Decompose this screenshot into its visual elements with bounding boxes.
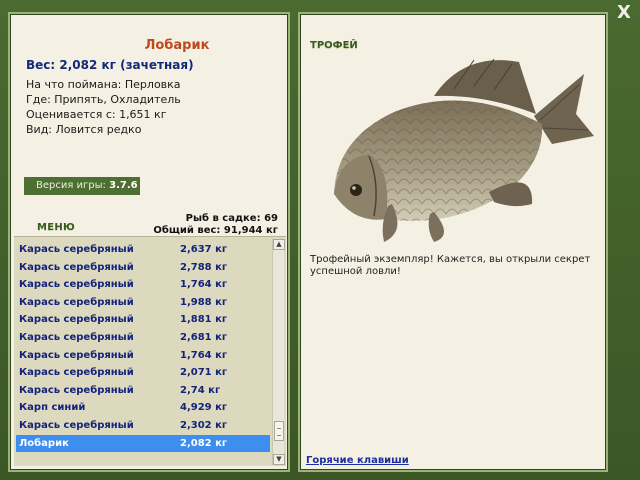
- list-item[interactable]: Карась серебряный 2,74 кг: [16, 382, 270, 399]
- fish-weight-value: 2,637 кг: [180, 244, 228, 255]
- list-item[interactable]: Карась серебряный 1,988 кг: [16, 294, 270, 311]
- fish-name: Карась серебряный: [19, 314, 134, 326]
- version-number: 3.7.6: [109, 180, 138, 191]
- rarity-info: Вид: Ловится редко: [26, 123, 142, 136]
- list-item[interactable]: Карась серебряный 2,637 кг: [16, 241, 270, 258]
- fish-name: Лобарик: [19, 437, 69, 449]
- list-item[interactable]: Карась серебряный 1,881 кг: [16, 311, 270, 328]
- version-label: Версия игры: 3.7.6: [24, 177, 140, 195]
- fish-name: Карась серебряный: [19, 244, 134, 255]
- valuation-info: Оценивается с: 1,651 кг: [26, 108, 167, 121]
- list-item[interactable]: Карась серебряный 2,302 кг: [16, 417, 270, 434]
- fish-weight-value: 2,071 кг: [180, 367, 228, 379]
- fish-weight-value: 4,929 кг: [180, 402, 228, 414]
- fish-weight-value: 1,764 кг: [180, 349, 228, 361]
- list-item[interactable]: Карась серебряный 1,764 кг: [16, 276, 270, 293]
- list-item[interactable]: Карась серебряный 2,681 кг: [16, 329, 270, 346]
- fish-name: Карась серебряный: [19, 296, 134, 308]
- scrollbar-thumb[interactable]: [274, 421, 284, 441]
- list-item[interactable]: Карась серебряный 1,764 кг: [16, 347, 270, 364]
- fish-title: Лобарик: [144, 38, 210, 53]
- bait-info: На что поймана: Перловка: [26, 78, 181, 91]
- scroll-down-arrow-icon[interactable]: ▼: [273, 454, 285, 465]
- catch-list: Карась серебряный 2,637 кг Карась серебрян…: [14, 236, 286, 466]
- version-text: Версия игры:: [36, 180, 110, 191]
- fish-weight-value: 2,082 кг: [180, 437, 228, 449]
- fish-carp-image: [334, 58, 594, 242]
- fish-weight-value: 2,788 кг: [180, 261, 228, 273]
- fish-weight-value: 2,681 кг: [180, 332, 228, 343]
- fish-name: Карась серебряный: [19, 349, 134, 361]
- fish-name: Карась серебряный: [19, 332, 134, 343]
- list-item[interactable]: Карась серебряный 2,788 кг: [16, 259, 270, 276]
- fish-name: Карась серебряный: [19, 261, 134, 273]
- list-item[interactable]: Карп синий 4,929 кг: [16, 399, 270, 416]
- fish-name: Карась серебряный: [19, 384, 134, 396]
- fish-weight-value: 2,302 кг: [180, 420, 228, 431]
- trophy-label: ТРОФЕЙ: [310, 40, 358, 51]
- location-info: Где: Припять, Охладитель: [26, 93, 181, 106]
- close-button[interactable]: X: [612, 2, 636, 24]
- fish-weight-value: 1,764 кг: [180, 279, 228, 291]
- fish-name: Карась серебряный: [19, 367, 134, 379]
- trophy-description: Трофейный экземпляр! Кажется, вы открыли…: [310, 254, 591, 277]
- fish-weight-value: 1,881 кг: [180, 314, 228, 326]
- list-item[interactable]: Карась серебряный 2,071 кг: [16, 364, 270, 381]
- menu-button[interactable]: МЕНЮ: [37, 222, 75, 233]
- trophy-panel: ТРОФЕЙ Трофейный экземпляр! Кажется, вы …: [298, 12, 608, 472]
- fish-name: Карась серебряный: [19, 420, 134, 431]
- catch-details: Лобарик Вес: 2,082 кг (зачетная) На что …: [26, 38, 288, 137]
- keepnet-stats: Рыб в садке: 69 Общий вес: 91,944 кг: [153, 213, 278, 237]
- list-item-selected[interactable]: Лобарик 2,082 кг: [16, 434, 270, 452]
- fish-name: Карась серебряный: [19, 279, 134, 291]
- fish-weight-value: 1,988 кг: [180, 296, 228, 308]
- hotkeys-link[interactable]: Горячие клавиши: [306, 455, 409, 466]
- fish-weight-value: 2,74 кг: [180, 384, 221, 396]
- list-scrollbar[interactable]: ▲ ▼: [272, 239, 285, 465]
- fish-count: Рыб в садке: 69: [185, 213, 278, 224]
- scroll-up-arrow-icon[interactable]: ▲: [273, 239, 285, 250]
- fish-name: Карп синий: [19, 402, 86, 414]
- fish-weight: Вес: 2,082 кг (зачетная): [26, 58, 194, 72]
